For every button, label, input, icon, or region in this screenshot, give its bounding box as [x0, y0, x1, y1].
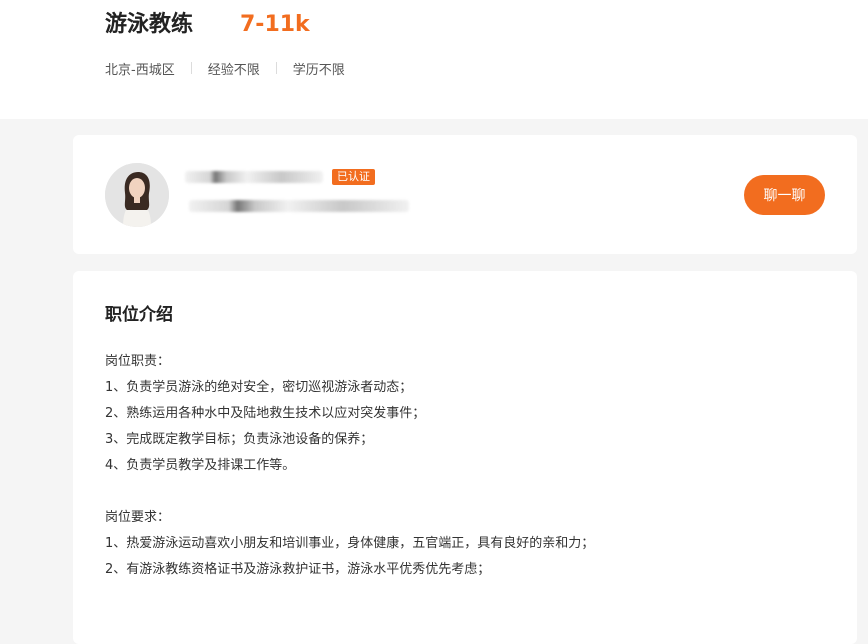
requirement-item: 1、热爱游泳运动喜欢小朋友和培训事业，身体健康，五官端正，具有良好的亲和力；: [105, 536, 595, 551]
duty-item: 2、熟练运用各种水中及陆地救生技术以应对突发事件；: [105, 406, 426, 421]
job-description-card: 职位介绍 岗位职责： 1、负责学员游泳的绝对安全，密切巡视游泳者动态； 2、熟练…: [73, 271, 857, 644]
requirements-heading: 岗位要求：: [105, 510, 171, 525]
description-body: 岗位职责： 1、负责学员游泳的绝对安全，密切巡视游泳者动态； 2、熟练运用各种水…: [105, 349, 835, 583]
avatar: [105, 163, 169, 227]
tag-divider: [275, 62, 277, 74]
duty-item: 1、负责学员游泳的绝对安全，密切巡视游泳者动态；: [105, 380, 413, 395]
job-tags: 北京-西城区 经验不限 学历不限: [105, 58, 345, 78]
recruiter-company-blurred: [189, 200, 409, 212]
recruiter-card: 已认证 聊一聊: [73, 135, 857, 254]
salary: 7-11k: [240, 12, 310, 37]
tag-location: 北京-西城区: [105, 62, 175, 78]
avatar-photo: [105, 163, 169, 227]
duties-heading: 岗位职责：: [105, 354, 171, 369]
duty-item: 4、负责学员教学及排课工作等。: [105, 458, 296, 473]
job-header: 游泳教练 7-11k 北京-西城区 经验不限 学历不限: [0, 0, 868, 119]
tag-divider: [190, 62, 192, 74]
duty-item: 3、完成既定教学目标；负责泳池设备的保养；: [105, 432, 374, 447]
tag-education: 学历不限: [292, 62, 345, 78]
tag-experience: 经验不限: [207, 62, 260, 78]
section-title: 职位介绍: [105, 305, 173, 325]
recruiter-name-blurred: [185, 171, 323, 183]
verified-badge: 已认证: [332, 169, 375, 185]
requirement-item: 2、有游泳教练资格证书及游泳救护证书，游泳水平优秀优先考虑；: [105, 562, 491, 577]
chat-button[interactable]: 聊一聊: [744, 175, 825, 215]
job-title: 游泳教练: [105, 12, 194, 37]
